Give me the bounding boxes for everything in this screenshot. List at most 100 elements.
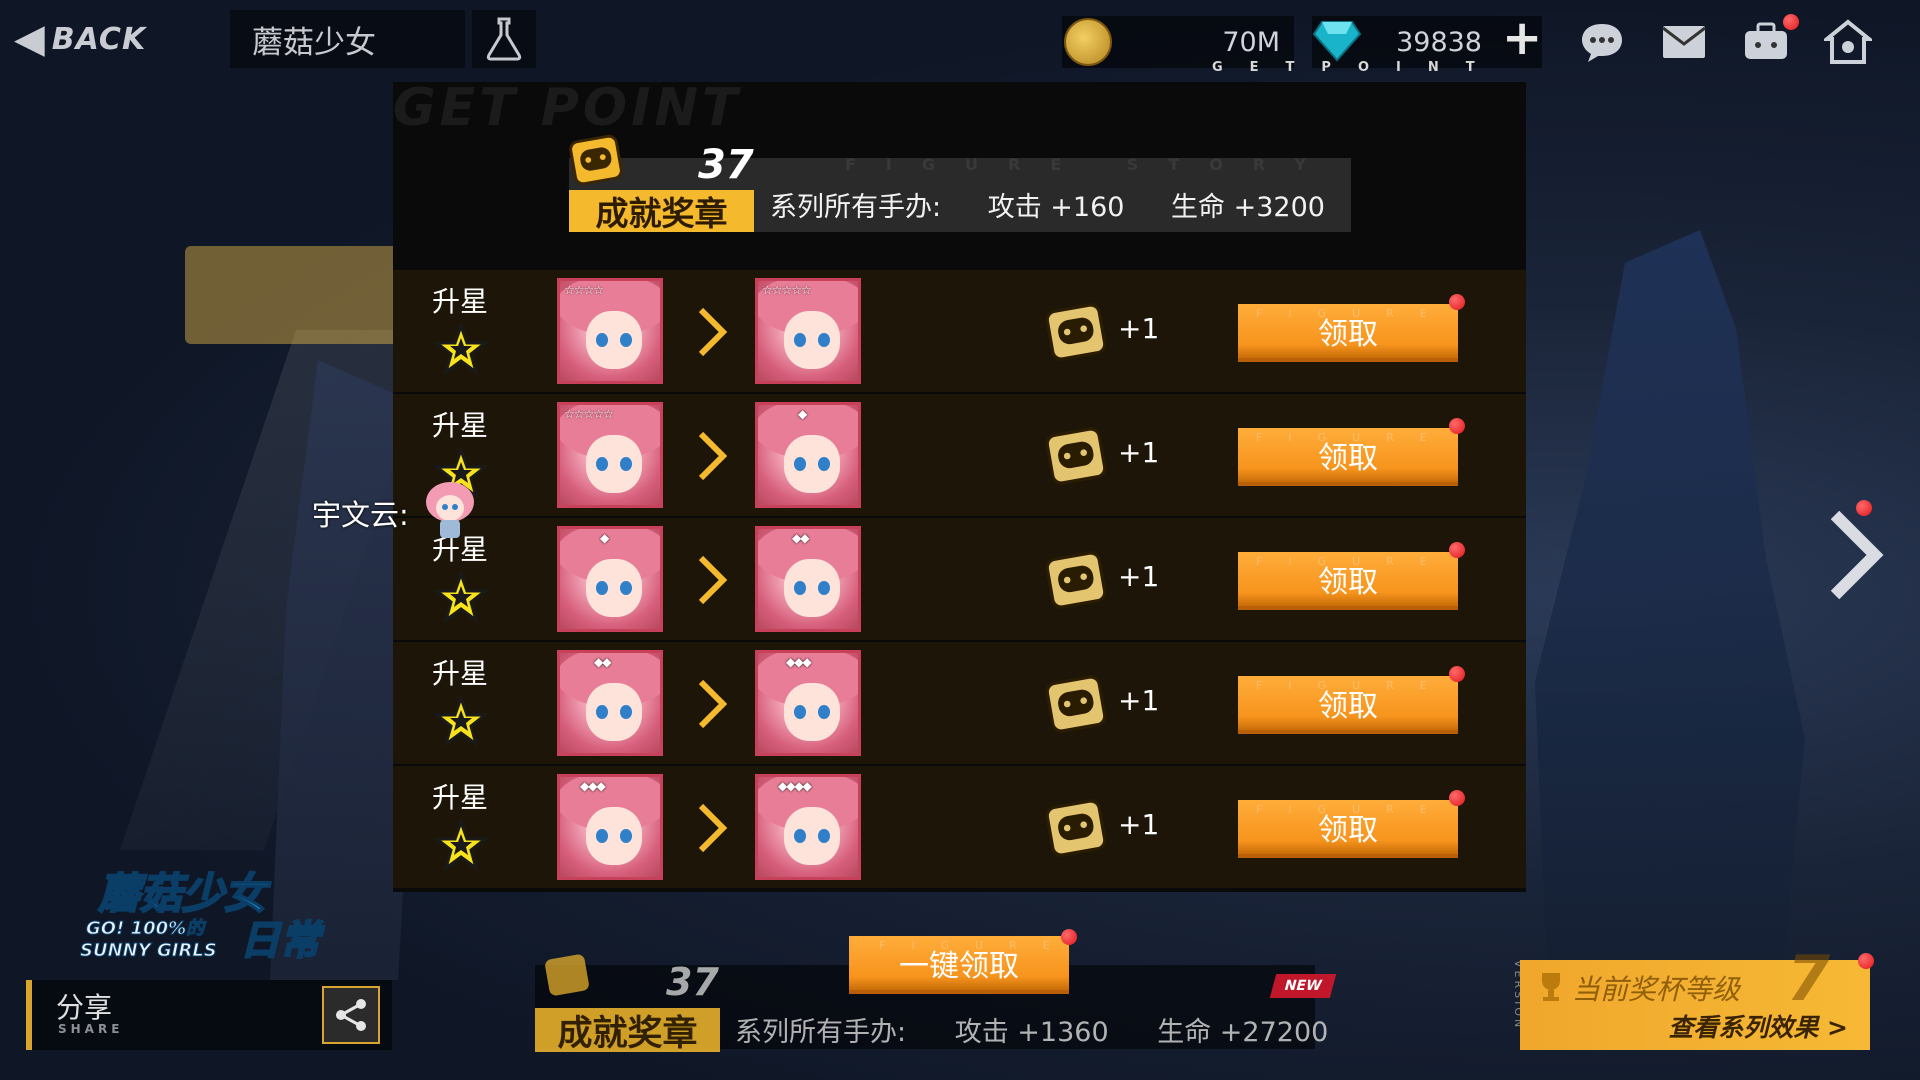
medal-bonus-attack: 攻击 +160	[987, 192, 1125, 223]
next-page-notification-dot	[1856, 500, 1872, 516]
figure-portrait-after: ☆☆☆☆☆	[755, 278, 861, 384]
portrait-eye	[794, 333, 806, 347]
medal-bonus: 系列所有手办: 攻击 +160 生命 +3200	[770, 185, 1363, 224]
back-button[interactable]: ◀ BACK	[14, 14, 146, 64]
achievement-row: 升星 ◆ ◆◆ +1 FIGURE 领取	[393, 518, 1526, 642]
row-title: 升星	[431, 409, 488, 442]
portrait-face	[784, 435, 840, 493]
portrait-eye	[620, 705, 632, 719]
claim-button[interactable]: FIGURE 领取	[1238, 428, 1458, 486]
bottom-medal-gamepad-icon	[545, 954, 589, 996]
claim-button[interactable]: FIGURE 领取	[1238, 552, 1458, 610]
claim-all-notification-dot	[1061, 929, 1077, 945]
portrait-face	[784, 559, 840, 617]
claim-notification-dot	[1449, 418, 1465, 434]
rank-after: ◆◆	[792, 531, 809, 545]
figure-portrait-after: ◆◆◆◆	[755, 774, 861, 880]
trophy-title: 当前奖杯等级	[1572, 973, 1741, 1006]
portrait-face	[586, 435, 642, 493]
portrait-eye	[620, 457, 632, 471]
button-watermark: FIGURE	[1256, 803, 1453, 816]
medal-bar-watermark: FIGURE STORY	[845, 155, 1336, 174]
figure-portrait-after: ◆◆◆	[755, 650, 861, 756]
game-logo: 蘑菇少女 GO! 100%的 SUNNY GIRLS 日常	[80, 868, 326, 965]
trophy-icon	[1542, 973, 1560, 1001]
back-label: BACK	[51, 21, 147, 57]
claim-button[interactable]: FIGURE 领取	[1238, 676, 1458, 734]
gold-coin-icon	[1064, 18, 1112, 66]
portrait-eye	[620, 581, 632, 595]
view-series-effect-link[interactable]: 查看系列效果 >	[1668, 1008, 1848, 1044]
series-info-button[interactable]	[472, 10, 536, 68]
series-name: 蘑菇少女	[230, 10, 465, 68]
star-icon	[435, 696, 487, 746]
flask-icon	[486, 17, 522, 61]
chibi-avatar-icon	[426, 482, 474, 538]
reward-amount: +1	[1118, 808, 1160, 841]
star-icon	[435, 572, 487, 622]
gamepad-medal-icon	[569, 134, 623, 186]
claim-notification-dot	[1449, 542, 1465, 558]
logo-english: SUNNY GIRLS	[80, 940, 217, 961]
gold-amount: 70M	[1222, 26, 1280, 58]
reward-amount: +1	[1118, 312, 1160, 345]
portrait-eye	[596, 581, 608, 595]
rank-after: ◆◆◆	[786, 655, 812, 669]
panel-watermark: GET POINT	[393, 78, 742, 138]
gamepad-reward-icon	[1045, 551, 1107, 609]
portrait-eye	[794, 705, 806, 719]
mail-icon	[1662, 26, 1706, 58]
claim-all-button[interactable]: FIGURE 一键领取	[849, 936, 1069, 994]
figure-portrait-before: ◆◆◆	[557, 774, 663, 880]
chat-speaker: 宇文云:	[312, 498, 409, 532]
portrait-face	[586, 311, 642, 369]
portrait-eye	[794, 581, 806, 595]
chat-bubble-icon	[1582, 24, 1622, 62]
rank-after: ☆☆☆☆☆	[762, 283, 812, 297]
button-watermark: FIGURE	[1256, 431, 1453, 444]
portrait-eye	[620, 333, 632, 347]
portrait-eye	[818, 581, 830, 595]
row-title: 升星	[431, 285, 488, 318]
row-title: 升星	[431, 781, 488, 814]
portrait-eye	[596, 829, 608, 843]
achievement-list: 升星 ☆☆☆☆ ☆☆☆☆☆ +1 FIGURE 领取 升星 ☆☆☆☆☆ ◆ +1…	[393, 270, 1526, 890]
rank-after: ◆	[798, 407, 807, 421]
share-sub-label: SHARE	[58, 1022, 124, 1036]
logo-subtitle: GO! 100%的	[86, 918, 207, 939]
star-icon	[435, 820, 487, 870]
next-page-arrow-icon[interactable]	[1820, 505, 1890, 605]
settings-button[interactable]	[1820, 16, 1876, 68]
row-title: 升星	[431, 657, 488, 690]
diamond-icon	[1312, 21, 1362, 62]
share-button[interactable]	[322, 986, 380, 1044]
rank-before: ◆	[600, 531, 609, 545]
bottom-bonus-prefix: 系列所有手办:	[735, 1017, 907, 1048]
claim-button[interactable]: FIGURE 领取	[1238, 304, 1458, 362]
button-watermark: FIGURE	[1256, 307, 1453, 320]
trophy-level: 7	[1786, 942, 1830, 1015]
button-watermark: FIGURE	[879, 939, 1076, 952]
trophy-level-button[interactable]: 当前奖杯等级 7 查看系列效果 >	[1520, 942, 1870, 1050]
briefcase-icon	[1745, 22, 1787, 59]
share-label: 分享	[56, 991, 113, 1024]
gamepad-reward-icon	[1045, 799, 1107, 857]
claim-button[interactable]: FIGURE 领取	[1238, 800, 1458, 858]
claim-notification-dot	[1449, 790, 1465, 806]
portrait-eye	[794, 829, 806, 843]
mail-button[interactable]	[1656, 16, 1712, 68]
medal-count: 37	[698, 142, 754, 188]
rank-before: ◆◆◆	[580, 779, 606, 793]
portrait-face	[586, 807, 642, 865]
bottom-medal-label: 成就奖章	[535, 1008, 720, 1054]
chat-button[interactable]	[1574, 16, 1630, 68]
medal-bonus-hp: 生命 +3200	[1171, 192, 1325, 223]
gamepad-reward-icon	[1045, 675, 1107, 733]
gamepad-reward-icon	[1045, 303, 1107, 361]
task-notification-dot	[1783, 14, 1799, 30]
add-gem-button[interactable]: +	[1502, 14, 1542, 62]
chevron-right-icon	[698, 803, 728, 853]
bg-yellow-tab	[185, 246, 415, 344]
getpoint-label: GETPOINT	[1212, 60, 1502, 75]
portrait-eye	[818, 829, 830, 843]
